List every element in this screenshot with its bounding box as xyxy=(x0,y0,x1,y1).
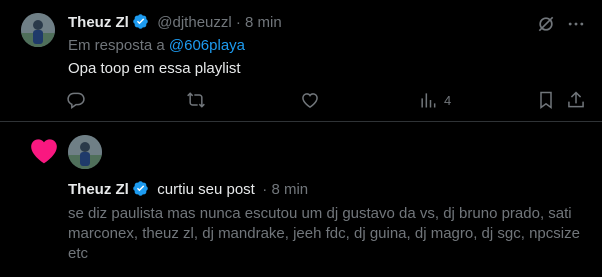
repost-button[interactable] xyxy=(186,90,206,110)
verified-badge-icon xyxy=(133,14,148,29)
in-reply-handle-link[interactable]: @606playa xyxy=(169,37,245,54)
more-options-icon[interactable] xyxy=(566,14,586,34)
author-name[interactable]: Theuz Zl xyxy=(68,14,129,31)
heart-outline-icon xyxy=(302,93,318,108)
in-reply-to: Em resposta a @606playa xyxy=(68,37,245,54)
heart-filled-icon xyxy=(31,139,57,164)
repost-icon xyxy=(187,92,205,108)
reply-button[interactable] xyxy=(66,90,86,110)
share-icon xyxy=(568,91,584,108)
avatar[interactable] xyxy=(21,13,55,47)
views-button[interactable]: 4 xyxy=(418,90,451,110)
post-header: Theuz Zl @djtheuzzl · 8 min xyxy=(68,13,282,32)
bookmark-icon xyxy=(540,91,552,109)
share-button[interactable] xyxy=(566,90,586,110)
like-button[interactable] xyxy=(300,90,320,110)
handle-and-time[interactable]: @djtheuzzl · 8 min xyxy=(157,14,281,31)
grok-icon[interactable] xyxy=(536,14,556,34)
liker-name[interactable]: Theuz Zl xyxy=(68,181,129,198)
post-text: Opa toop em essa playlist xyxy=(68,60,241,77)
reply-icon xyxy=(67,92,85,109)
views-chart-icon xyxy=(421,93,436,108)
notification-header: Theuz Zl curtiu seu post · 8 min xyxy=(68,180,308,199)
liked-post-text[interactable]: se diz paulista mas nunca escutou um dj … xyxy=(68,204,588,264)
notification-time: · 8 min xyxy=(262,181,309,198)
bookmark-button[interactable] xyxy=(536,90,556,110)
reply-post[interactable]: Theuz Zl @djtheuzzl · 8 min Em resposta … xyxy=(0,0,602,122)
liker-avatar[interactable] xyxy=(68,135,102,169)
verified-badge-icon xyxy=(133,181,148,196)
views-count: 4 xyxy=(444,92,452,108)
in-reply-prefix: Em resposta a xyxy=(68,37,165,54)
notification-action: curtiu seu post xyxy=(157,181,255,198)
